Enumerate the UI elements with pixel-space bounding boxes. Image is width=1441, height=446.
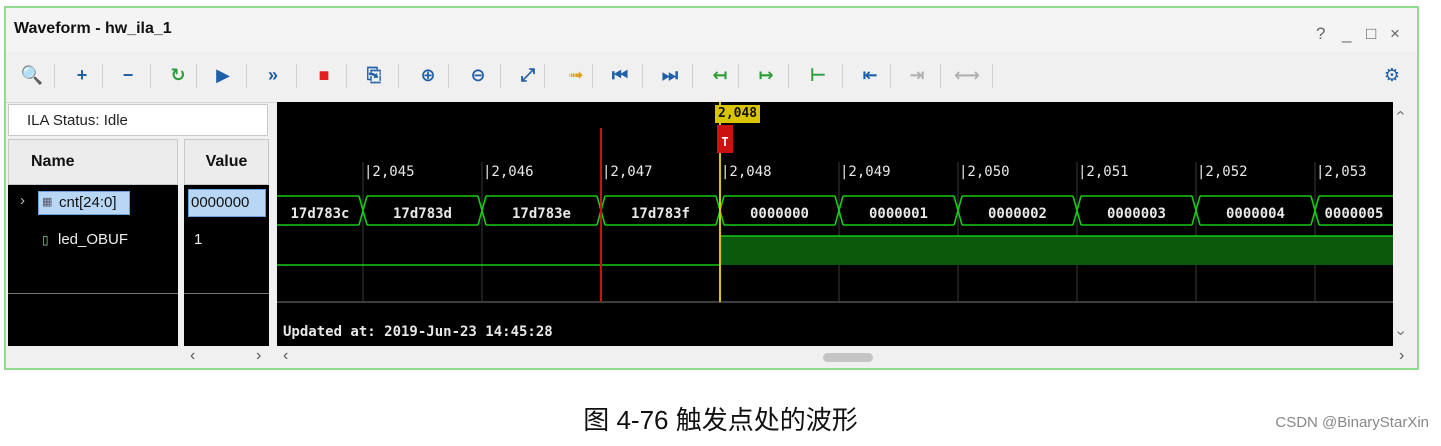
figure-caption: 图 4-76 触发点处的波形 <box>583 405 858 435</box>
toolbar-separator <box>398 64 399 88</box>
name-column: › ▦ cnt[24:0] ▯ led_OBUF <box>8 185 178 346</box>
names-hscroll[interactable]: ‹ › <box>8 346 269 368</box>
next-marker-icon[interactable]: ⇥ <box>903 61 931 89</box>
zoom-in-icon[interactable]: ⊕ <box>414 61 442 89</box>
value-column-header[interactable]: Value <box>184 139 269 185</box>
hscroll-thumb[interactable] <box>823 353 873 362</box>
time-tick-label: |2,051 <box>1078 164 1129 180</box>
waveform-traces <box>277 102 1393 303</box>
toolbar-separator <box>592 64 593 88</box>
bit-trace-high-fill <box>720 236 1393 265</box>
signal-led-name[interactable]: led_OBUF <box>58 231 128 248</box>
toolbar-separator <box>940 64 941 88</box>
toolbar-separator <box>544 64 545 88</box>
bus-value-label: 0000004 <box>1225 206 1285 222</box>
window-title: Waveform - hw_ila_1 <box>14 20 172 37</box>
bus-value-label: 0000001 <box>868 206 928 222</box>
title-bar: Waveform - hw_ila_1 ? _ □ × <box>6 8 1417 52</box>
time-tick-label: |2,047 <box>602 164 653 180</box>
toolbar-separator <box>102 64 103 88</box>
toolbar-separator <box>890 64 891 88</box>
bus-value-label: 0000000 <box>749 206 809 222</box>
go-to-last-time-icon[interactable]: ⏭ <box>656 61 684 89</box>
toolbar-separator <box>738 64 739 88</box>
add-icon[interactable]: + <box>68 61 96 89</box>
previous-marker-icon[interactable]: ⇤ <box>856 61 884 89</box>
toolbar-separator <box>246 64 247 88</box>
bus-value-label: 17d783d <box>392 206 452 222</box>
toolbar-separator <box>992 64 993 88</box>
waveform-canvas[interactable]: T 2,048 Updated at: 2019-Jun-23 14:45:28… <box>277 102 1393 346</box>
toolbar-separator <box>346 64 347 88</box>
cursor-label[interactable]: 2,048 <box>715 105 761 123</box>
time-tick-label: |2,045 <box>364 164 415 180</box>
run-trigger-icon[interactable]: ▶ <box>209 61 237 89</box>
toolbar-separator <box>54 64 55 88</box>
next-transition-icon[interactable]: ↦ <box>752 61 780 89</box>
help-button[interactable]: ? <box>1316 24 1325 44</box>
stop-icon[interactable]: ■ <box>310 61 338 89</box>
close-button[interactable]: × <box>1390 24 1400 44</box>
bit-signal-icon: ▯ <box>42 233 49 247</box>
toolbar-separator <box>842 64 843 88</box>
bus-icon: ▦ <box>42 196 53 208</box>
add-marker-icon[interactable]: ⊢ <box>804 61 832 89</box>
signal-led-value: 1 <box>194 231 203 248</box>
toolbar-separator <box>692 64 693 88</box>
signal-cnt-row[interactable]: ▦ cnt[24:0] <box>38 191 130 215</box>
ila-status: ILA Status: Idle <box>8 104 268 136</box>
bus-value-label: 17d783e <box>511 206 571 222</box>
time-tick-label: |2,048 <box>721 164 772 180</box>
maximize-button[interactable]: □ <box>1366 24 1376 44</box>
scroll-left-icon[interactable]: ‹ <box>190 347 195 365</box>
toolbar-separator <box>448 64 449 88</box>
previous-transition-icon[interactable]: ↤ <box>706 61 734 89</box>
time-tick-label: |2,046 <box>483 164 534 180</box>
minimize-button[interactable]: _ <box>1342 24 1351 44</box>
toolbar-separator <box>788 64 789 88</box>
waveform-window: Waveform - hw_ila_1 ? _ □ × ⚙ 🔍 + − ↻ ▶ » ■ ⎘ ⊕ ⊖… <box>4 6 1419 370</box>
credit: CSDN @BinaryStarXin <box>1275 414 1429 431</box>
toolbar-separator <box>296 64 297 88</box>
updated-at: Updated at: 2019-Jun-23 14:45:28 <box>283 324 553 340</box>
signal-cnt-name: cnt[24:0] <box>59 194 117 211</box>
waveform-hscroll[interactable]: ‹ › <box>277 346 1417 368</box>
trigger-marker[interactable]: T <box>717 125 733 153</box>
time-tick-label: |2,049 <box>840 164 891 180</box>
bus-value-label: 0000003 <box>1106 206 1166 222</box>
swap-cursors-icon[interactable]: ⟷ <box>953 61 981 89</box>
scroll-up-icon[interactable]: › <box>1392 110 1410 115</box>
toolbar-separator <box>500 64 501 88</box>
time-tick-label: |2,050 <box>959 164 1010 180</box>
bus-value-label: 0000002 <box>987 206 1047 222</box>
toolbar-separator <box>642 64 643 88</box>
value-column: 0000000 1 <box>184 185 269 346</box>
signal-cnt-value[interactable]: 0000000 <box>188 189 266 217</box>
gear-icon[interactable]: ⚙ <box>1378 61 1406 89</box>
time-tick-label: |2,052 <box>1197 164 1248 180</box>
waveform-vscroll[interactable]: › › <box>1392 102 1417 346</box>
toolbar: ⚙ 🔍 + − ↻ ▶ » ■ ⎘ ⊕ ⊖ ⤢ ➟ ⏮ ⏭ ↤ ↦ ⊢ ⇤ ⇥ ⟷ <box>6 52 1417 103</box>
zoom-fit-icon[interactable]: ⤢ <box>514 61 542 89</box>
scroll-left-icon[interactable]: ‹ <box>283 347 288 365</box>
go-to-time-zero-icon[interactable]: ⏮ <box>606 61 634 89</box>
toolbar-separator <box>150 64 151 88</box>
go-to-cursor-icon[interactable]: ➟ <box>562 61 590 89</box>
run-trigger-immediate-icon[interactable]: ↻ <box>164 61 192 89</box>
run-trigger-immediate-fast-icon[interactable]: » <box>259 61 287 89</box>
zoom-out-icon[interactable]: ⊖ <box>464 61 492 89</box>
toolbar-separator <box>196 64 197 88</box>
export-icon[interactable]: ⎘ <box>360 61 388 89</box>
time-tick-label: |2,053 <box>1316 164 1367 180</box>
bus-value-label: 17d783c <box>290 206 350 222</box>
search-icon[interactable]: 🔍 <box>18 61 46 89</box>
expand-chevron-icon[interactable]: › <box>20 192 25 209</box>
scroll-down-icon[interactable]: › <box>1392 330 1410 335</box>
remove-icon[interactable]: − <box>114 61 142 89</box>
bus-value-label: 17d783f <box>630 206 690 222</box>
name-column-header[interactable]: Name <box>8 139 178 185</box>
scroll-right-icon[interactable]: › <box>1399 347 1404 365</box>
bus-value-label: 0000005 <box>1324 206 1384 222</box>
scroll-right-icon[interactable]: › <box>256 347 261 365</box>
